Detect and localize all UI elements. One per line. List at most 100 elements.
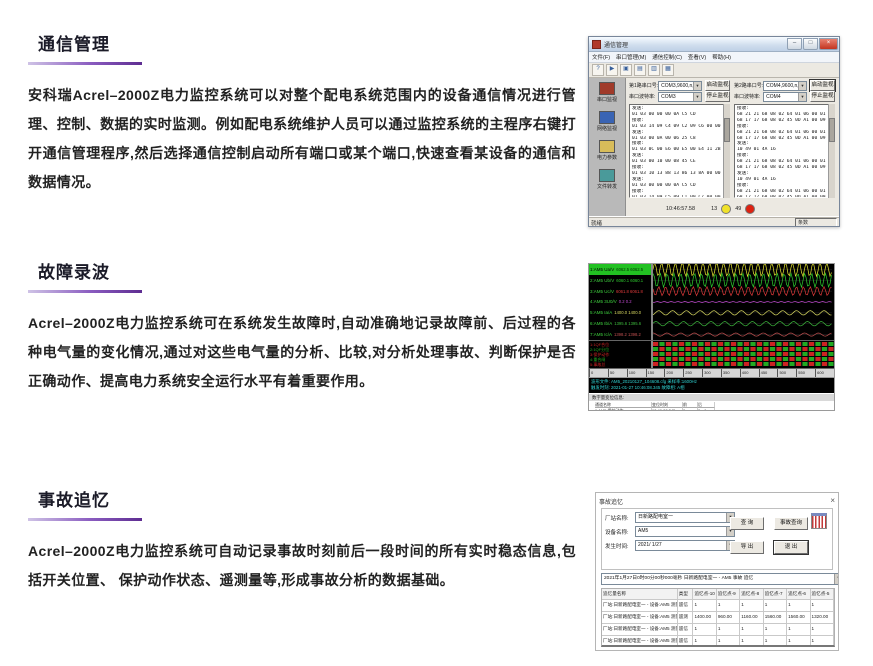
log-line: 68 17 17 68 08 02 45 0D A1 00 09 C4 09 C… [737, 194, 828, 198]
title-bar[interactable]: 通信管理 – □ × [589, 37, 839, 52]
stop-monitor-button[interactable]: 停止监视 [810, 91, 835, 102]
field-select[interactable]: AM5 ▼ [635, 526, 735, 537]
close-button[interactable]: × [819, 38, 838, 50]
recall-cell: 1 [693, 636, 717, 645]
accident-recall-dialog: 事故追忆 × 厂站名称:日新路配电室一▼设备名称:AM5▼发生时间:2021/ … [595, 492, 839, 651]
accident-query-button[interactable]: 事故查询 [774, 517, 808, 530]
menu-item[interactable]: 串口管理(M) [616, 53, 646, 61]
column-header: 追忆点-8 [740, 589, 764, 599]
export-button[interactable]: 导 出 [730, 541, 764, 554]
close-icon[interactable]: × [830, 497, 835, 505]
ruler-tick: 0 [589, 369, 608, 377]
baud-select[interactable]: COM4 ▼ [763, 91, 807, 102]
recall-cell: 1 [787, 624, 811, 635]
log-line: 01 03 0C 00 E6 00 E5 00 E4 11 2B [632, 147, 721, 153]
query-button[interactable]: 查 询 [730, 517, 764, 530]
event-cell: 1 AM5:保护动作 [595, 408, 652, 410]
hex-log-left[interactable]: 发送: 01 03 00 00 00 0A C5 CD 接收: 01 03 14 09… [629, 104, 730, 198]
event-row[interactable]: 1 AM5:保护动作 10:46:08.345 0 0→1 [595, 408, 834, 410]
log-line: 68 17 17 68 08 02 45 0D A1 00 09 C5 09 C… [737, 135, 828, 141]
scrollbar[interactable] [828, 104, 835, 198]
port-select[interactable]: COM3,9600,n,8,1 ▼ [658, 80, 702, 91]
section-accident-recall: 事故追忆 Acrel–2000Z电力监控系统可自动记录事故时刻前后一段时间的所有… [28, 486, 576, 595]
field-label: 厂站名称: [605, 515, 629, 522]
analog-waveform-plot[interactable] [653, 264, 834, 340]
scrollbar[interactable] [723, 104, 730, 198]
chevron-down-icon: ▼ [798, 81, 806, 90]
log-line: 68 21 21 68 08 02 64 01 06 00 01 00 00 0… [737, 188, 828, 194]
recall-cell: 1 [811, 636, 834, 645]
exit-button[interactable]: 退 出 [773, 540, 809, 555]
wave-channel-row[interactable]: 5:AM5 Ia/A 1400.0 1400.0 [589, 307, 651, 318]
event-table[interactable]: 通道名称变位时刻前后1 AM5:保护动作10:46:08.34500→12 AM… [589, 401, 834, 410]
export-icon[interactable]: ▥ [648, 64, 660, 76]
recall-row[interactable]: 厂站:日新路配电室一 - 设备:AM5 测量名:分闸遥信111111 [602, 636, 834, 645]
wave-channel-row[interactable]: 3:AM5 Uc/V 6061.8 6061.8 [589, 286, 651, 297]
channel-label-column: 1:AM5 Ua/V 6062.5 6062.5 2:AM5 Ub/V 6060.1 … [589, 264, 653, 340]
sidebar-item-电力参数[interactable]: 电力参数 [589, 140, 625, 161]
event-select[interactable]: 2021年1月27日0时00分00秒000毫秒 日新路配电室一 - AM5 事故… [601, 573, 838, 585]
recall-table-header: 追忆量名称 类型 追忆点-10 追忆点-9 追忆点-8 追忆点-7 追忆点-6 追忆点-5 [602, 589, 834, 600]
log-line: 01 03 10 13 88 13 86 13 8A 00 00 [632, 170, 721, 176]
ruler-tick: 600 [815, 369, 834, 377]
settings-icon[interactable]: ▦ [662, 64, 674, 76]
digital-trace [653, 351, 834, 356]
heading-underline [28, 290, 142, 293]
channel-value: 1395.6 1395.6 [614, 321, 642, 327]
open-icon[interactable]: ▣ [620, 64, 632, 76]
baud-select[interactable]: COM3 ▼ [658, 91, 702, 102]
status-mid: 49 [735, 205, 742, 212]
recall-row[interactable]: 厂站:日新路配电室一 - 设备:AM5 测量名:合闸遥信111111 [602, 624, 834, 636]
maximize-button[interactable]: □ [803, 38, 818, 50]
minimize-button[interactable]: – [787, 38, 802, 50]
field-select[interactable]: 2021/ 1/27▼ [635, 540, 735, 551]
section-heading: 故障录波 [38, 263, 110, 282]
digital-trace-area[interactable] [653, 341, 834, 368]
start-monitor-button[interactable]: 启动监视 [705, 80, 730, 91]
recall-row[interactable]: 厂站:日新路配电室一 - 设备:AM5 测量名:Ia遥测1400.00960.0… [602, 612, 834, 624]
hex-log-right[interactable]: 接收:68 21 21 68 08 02 64 01 06 00 01 00 0… [734, 104, 835, 198]
wave-channel-row[interactable]: 4:AM5 3U0/V 0.2 0.2 [589, 297, 651, 308]
recall-cell: 遥测 [678, 612, 694, 623]
port-select[interactable]: COM4,9600,n,8,1 ▼ [763, 80, 807, 91]
start-icon[interactable]: ▶ [606, 64, 618, 76]
recall-cell: 厂站:日新路配电室一 - 设备:AM5 测量名:合闸 [602, 624, 678, 635]
channel-name: 1:AM5 Ua/V [590, 266, 615, 272]
column-header: 类型 [678, 589, 694, 599]
port-label: 第1路串口号: [629, 83, 659, 89]
recall-cell: 1 [717, 624, 741, 635]
wave-channel-row[interactable]: 2:AM5 Ub/V 6060.1 6060.1 [589, 275, 651, 286]
serial-panel-right: 第2路串口号: COM4,9600,n,8,1 ▼ 启动监视 串口波特率: COM… [734, 79, 836, 198]
sidebar-item-网络监视[interactable]: 网络监视 [589, 111, 625, 132]
ruler-tick: 450 [758, 369, 778, 377]
save-icon[interactable]: ▤ [634, 64, 646, 76]
recall-cell: 1 [787, 600, 811, 611]
chevron-down-icon: ▼ [693, 92, 701, 101]
recall-cell: 1 [764, 636, 788, 645]
menu-item[interactable]: 查看(V) [688, 53, 706, 61]
sidebar: 串口监视网络监视电力参数文件转发 [589, 78, 626, 216]
time-ruler[interactable]: 0 50 100 150 200 250 300 350 400 450 500 550 600 [589, 369, 834, 378]
ruler-tick: 300 [702, 369, 721, 377]
section-paragraph: Acrel–2000Z电力监控系统可在系统发生故障时,自动准确地记录故障前、后过… [28, 314, 576, 389]
section-paragraph: 安科瑞Acrel–2000Z电力监控系统可以对整个配电系统范围内的设备通信情况进… [28, 86, 576, 190]
stop-monitor-button[interactable]: 停止监视 [705, 91, 730, 102]
baud-label: 串口波特率: [734, 94, 761, 100]
menu-item[interactable]: 通信控制(C) [652, 53, 682, 61]
wave-channel-row[interactable]: 1:AM5 Ua/V 6062.5 6062.5 [589, 264, 651, 275]
sidebar-item-文件转发[interactable]: 文件转发 [589, 169, 625, 190]
menu-item[interactable]: 帮助(H) [712, 53, 731, 61]
recall-row[interactable]: 厂站:日新路配电室一 - 设备:AM5 测量名:通信状态遥信111111 [602, 600, 834, 612]
recall-table[interactable]: 追忆量名称 类型 追忆点-10 追忆点-9 追忆点-8 追忆点-7 追忆点-6 追忆点-5 厂站… [601, 588, 835, 647]
help-icon[interactable]: ? [592, 64, 604, 76]
start-monitor-button[interactable]: 启动监视 [809, 79, 836, 92]
column-header: 追忆量名称 [602, 589, 678, 599]
menu-item[interactable]: 文件(F) [592, 53, 610, 61]
wave-channel-row[interactable]: 7:AM5 Ic/A 1398.2 1398.2 [589, 329, 651, 340]
log-line: 01 03 14 09 C4 09 C2 09 C6 00 00 [632, 123, 721, 129]
sidebar-item-串口监视[interactable]: 串口监视 [589, 82, 625, 103]
wave-channel-row[interactable]: 6:AM5 Ib/A 1395.6 1395.6 [589, 318, 651, 329]
status-box: 条数 [795, 218, 837, 226]
field-select[interactable]: 日新路配电室一▼ [635, 512, 735, 523]
recall-cell: 厂站:日新路配电室一 - 设备:AM5 测量名:Ia [602, 612, 678, 623]
